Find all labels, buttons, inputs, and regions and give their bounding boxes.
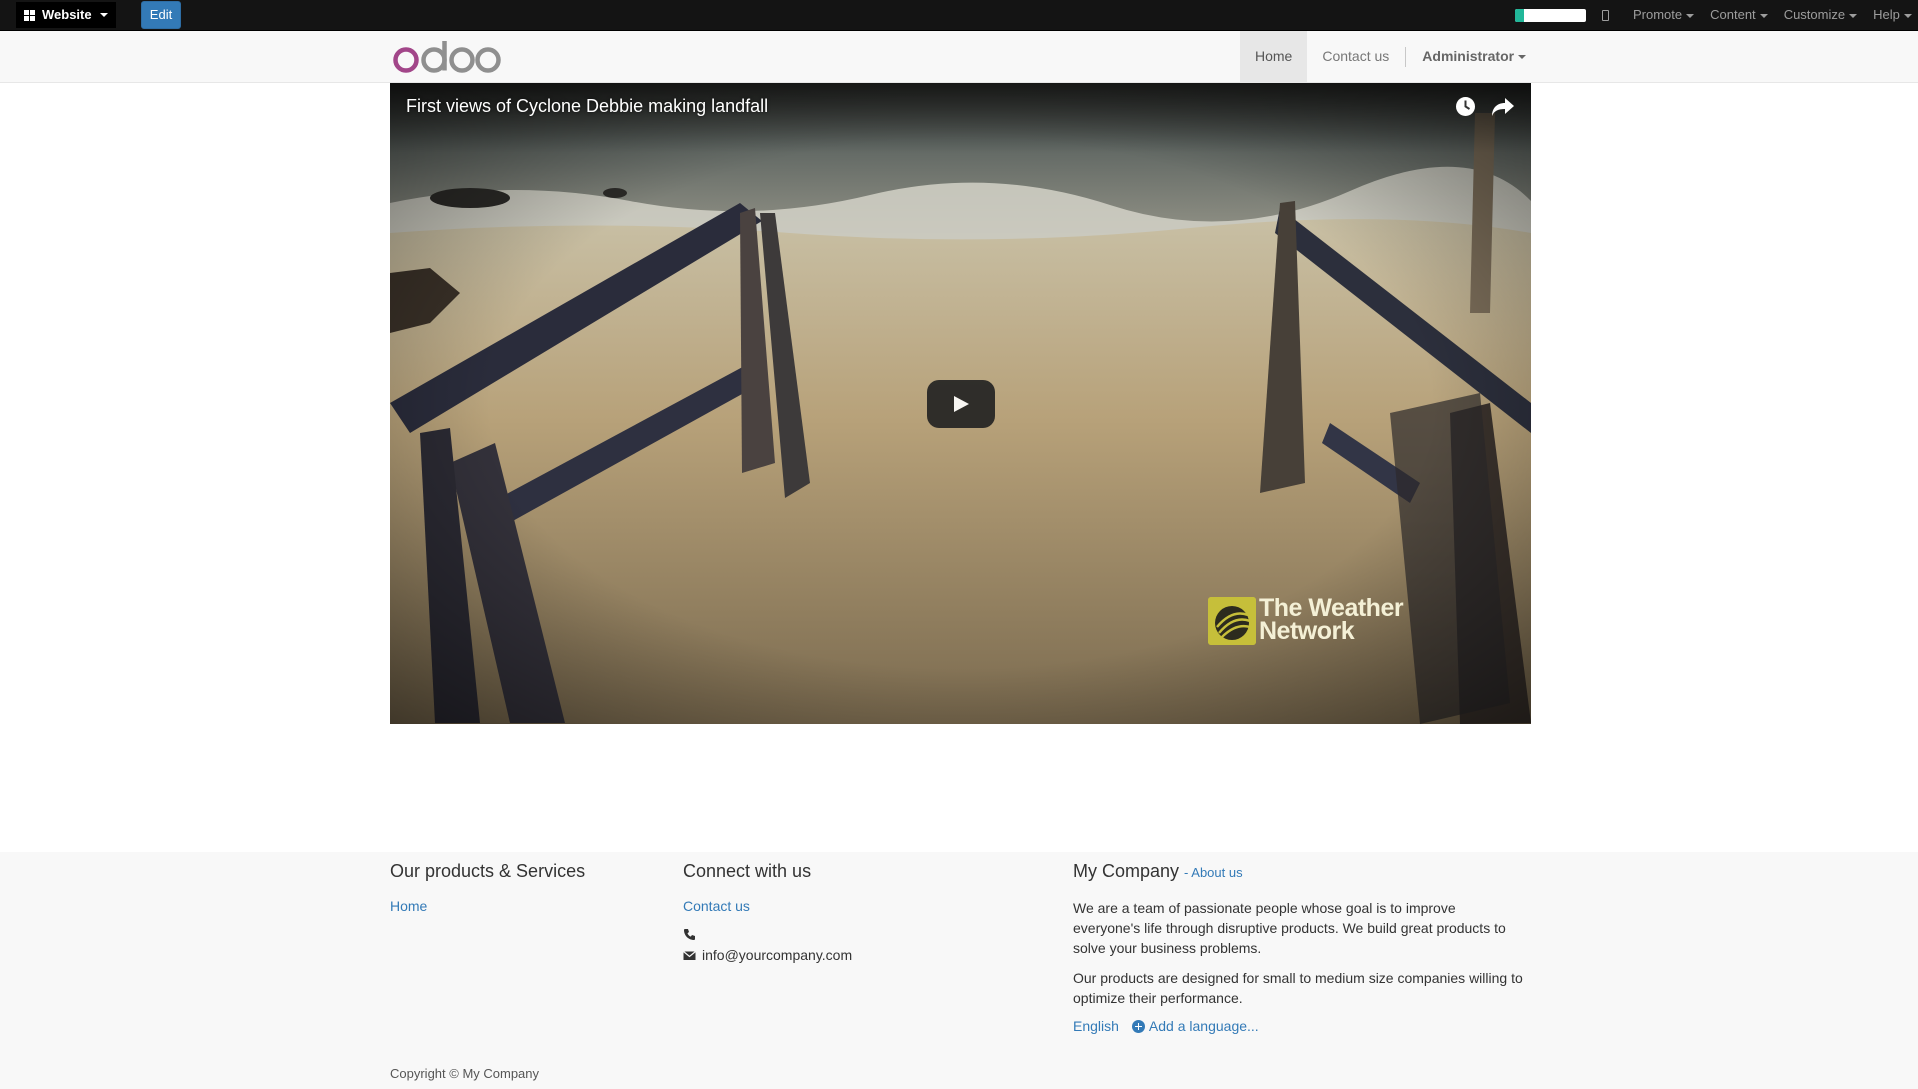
plus-circle-icon: [1131, 1019, 1145, 1033]
footer-connect-column: Connect with us Contact us info@yourcomp…: [683, 861, 852, 963]
website-app-label: Website: [42, 7, 92, 22]
weather-network-watermark: The Weather Network: [1259, 596, 1404, 645]
watch-later-clock-icon[interactable]: [1455, 96, 1476, 117]
promote-menu[interactable]: Promote: [1625, 0, 1702, 31]
customize-menu[interactable]: Customize: [1776, 0, 1865, 31]
apps-grid-icon: [24, 9, 35, 21]
edit-button[interactable]: Edit: [141, 1, 181, 29]
products-heading: Our products & Services: [390, 861, 586, 881]
customize-menu-label: Customize: [1783, 7, 1846, 22]
admin-top-bar: Website Edit Promote Content Customize H…: [0, 0, 1918, 31]
progress-bar-fill: [1515, 9, 1524, 22]
nav-home[interactable]: Home: [1240, 31, 1308, 82]
website-app-menu-button[interactable]: Website: [16, 2, 116, 28]
company-description-2: Our products are designed for small to m…: [1073, 970, 1523, 1006]
play-icon: [954, 396, 969, 412]
help-menu[interactable]: Help: [1865, 0, 1918, 31]
caret-down-icon: [1903, 13, 1912, 18]
nav-divider: [1405, 46, 1407, 67]
nav-contact-us[interactable]: Contact us: [1307, 31, 1404, 82]
watermark-line-2: Network: [1259, 617, 1355, 645]
footer-home-link[interactable]: Home: [390, 898, 585, 914]
user-menu[interactable]: Administrator: [1407, 31, 1541, 82]
about-us-link[interactable]: - About us: [1184, 865, 1243, 880]
caret-down-icon: [1518, 55, 1527, 60]
video-player[interactable]: First views of Cyclone Debbie making lan…: [390, 83, 1531, 724]
connect-heading: Connect with us: [683, 861, 812, 881]
company-heading: My Company: [1073, 861, 1180, 881]
caret-down-icon: [1849, 13, 1858, 18]
site-footer: Our products & Services Home Connect wit…: [0, 852, 1918, 1089]
add-language-link[interactable]: Add a language...: [1131, 1018, 1259, 1034]
phone-row: [683, 928, 852, 941]
language-selector: English Add a language...: [1073, 1018, 1523, 1034]
caret-down-icon: [1759, 13, 1768, 18]
progress-bar: [1515, 9, 1586, 22]
main-nav: Home Contact us Administrator: [1240, 31, 1541, 82]
weather-network-logo-icon: [1208, 597, 1256, 645]
footer-company-column: My Company - About us We are a team of p…: [1073, 861, 1523, 1034]
caret-down-icon: [99, 13, 108, 17]
phone-icon: [684, 929, 695, 940]
help-menu-label: Help: [1873, 7, 1900, 22]
language-english[interactable]: English: [1073, 1018, 1119, 1034]
company-description-1: We are a team of passionate people whose…: [1073, 900, 1506, 956]
email-address: info@yourcompany.com: [702, 947, 853, 963]
envelope-icon: [683, 950, 696, 960]
email-row: info@yourcompany.com: [683, 947, 852, 963]
content-menu-label: Content: [1710, 7, 1756, 22]
mobile-preview-icon[interactable]: [1602, 10, 1609, 21]
user-name: Administrator: [1422, 48, 1515, 64]
play-button[interactable]: [927, 380, 995, 428]
caret-down-icon: [1686, 13, 1695, 18]
company-heading-row: My Company - About us: [1073, 861, 1523, 882]
footer-products-column: Our products & Services Home: [390, 861, 585, 914]
add-language-label: Add a language...: [1148, 1018, 1259, 1034]
video-title[interactable]: First views of Cyclone Debbie making lan…: [406, 96, 768, 117]
admin-menus: Promote Content Customize Help: [1625, 0, 1918, 31]
promote-menu-label: Promote: [1633, 7, 1683, 22]
footer-contact-link[interactable]: Contact us: [683, 898, 852, 914]
site-header: Home Contact us Administrator: [0, 31, 1918, 83]
content-menu[interactable]: Content: [1702, 0, 1776, 31]
odoo-logo[interactable]: [392, 39, 502, 75]
share-arrow-icon[interactable]: [1491, 96, 1515, 118]
copyright: Copyright © My Company: [390, 1066, 540, 1081]
